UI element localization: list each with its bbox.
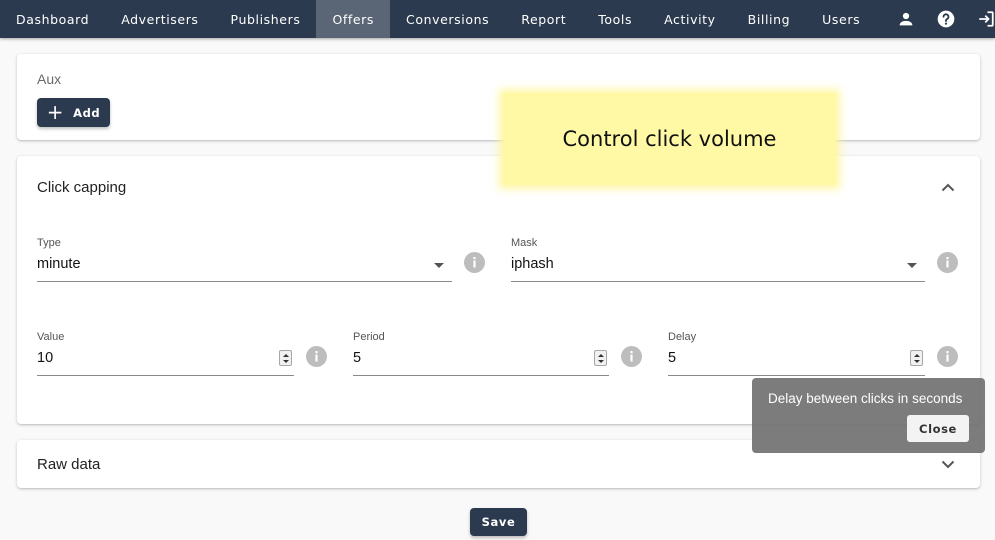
type-value: minute <box>37 256 81 272</box>
delay-tooltip: Delay between clicks in seconds Close <box>752 378 985 453</box>
value-input[interactable]: Value 10 <box>37 331 294 377</box>
period-value: 5 <box>353 350 362 366</box>
add-button-label: Add <box>73 105 101 120</box>
nav-tools[interactable]: Tools <box>582 0 648 38</box>
save-button[interactable]: Save <box>470 508 527 536</box>
period-input[interactable]: Period 5 <box>353 331 609 377</box>
click-capping-title: Click capping <box>37 179 127 196</box>
delay-input[interactable]: Delay 5 <box>668 331 925 377</box>
aux-title: Aux <box>37 71 62 87</box>
logout-icon[interactable] <box>966 0 995 38</box>
plus-icon: + <box>46 99 65 124</box>
value-underline <box>37 375 294 376</box>
value-label: Value <box>37 331 65 343</box>
delay-underline <box>668 375 925 376</box>
period-underline <box>353 375 609 376</box>
nav-dashboard[interactable]: Dashboard <box>0 0 105 38</box>
info-icon[interactable] <box>937 346 958 367</box>
mask-underline <box>511 281 925 282</box>
nav-report[interactable]: Report <box>505 0 582 38</box>
info-icon[interactable] <box>937 252 958 273</box>
nav-users[interactable]: Users <box>806 0 876 38</box>
page-content: Aux + Add Click capping Type minute Mask… <box>0 38 995 540</box>
delay-value: 5 <box>668 350 677 366</box>
mask-select[interactable]: Mask iphash <box>511 237 925 283</box>
nav-offers[interactable]: Offers <box>316 0 391 38</box>
nav-publishers[interactable]: Publishers <box>215 0 317 38</box>
delay-label: Delay <box>668 331 697 343</box>
nav-activity[interactable]: Activity <box>648 0 732 38</box>
number-stepper[interactable] <box>594 350 607 366</box>
top-nav: Dashboard Advertisers Publishers Offers … <box>0 0 995 38</box>
mask-value: iphash <box>511 256 554 272</box>
nav-advertisers[interactable]: Advertisers <box>105 0 214 38</box>
add-button[interactable]: + Add <box>37 98 110 127</box>
type-label: Type <box>37 237 61 249</box>
number-stepper[interactable] <box>279 350 292 366</box>
tooltip-text: Delay between clicks in seconds <box>768 391 963 406</box>
number-stepper[interactable] <box>910 350 923 366</box>
type-underline <box>37 281 452 282</box>
period-label: Period <box>353 331 385 343</box>
dropdown-arrow-icon <box>907 263 917 268</box>
type-select[interactable]: Type minute <box>37 237 452 283</box>
info-icon[interactable] <box>621 346 642 367</box>
nav-billing[interactable]: Billing <box>732 0 807 38</box>
tooltip-close-button[interactable]: Close <box>907 415 969 442</box>
raw-data-title: Raw data <box>37 456 101 473</box>
value-value: 10 <box>37 350 54 366</box>
help-icon[interactable] <box>926 0 966 38</box>
info-icon[interactable] <box>306 346 327 367</box>
highlight-callout: Control click volume <box>503 93 836 185</box>
person-icon[interactable] <box>886 0 926 38</box>
info-icon[interactable] <box>464 252 485 273</box>
callout-text: Control click volume <box>562 127 777 151</box>
chevron-down-icon[interactable] <box>938 454 958 474</box>
nav-conversions[interactable]: Conversions <box>390 0 505 38</box>
dropdown-arrow-icon <box>434 263 444 268</box>
chevron-up-icon[interactable] <box>938 177 958 197</box>
mask-label: Mask <box>511 237 538 249</box>
nav-icon-group <box>886 0 995 38</box>
